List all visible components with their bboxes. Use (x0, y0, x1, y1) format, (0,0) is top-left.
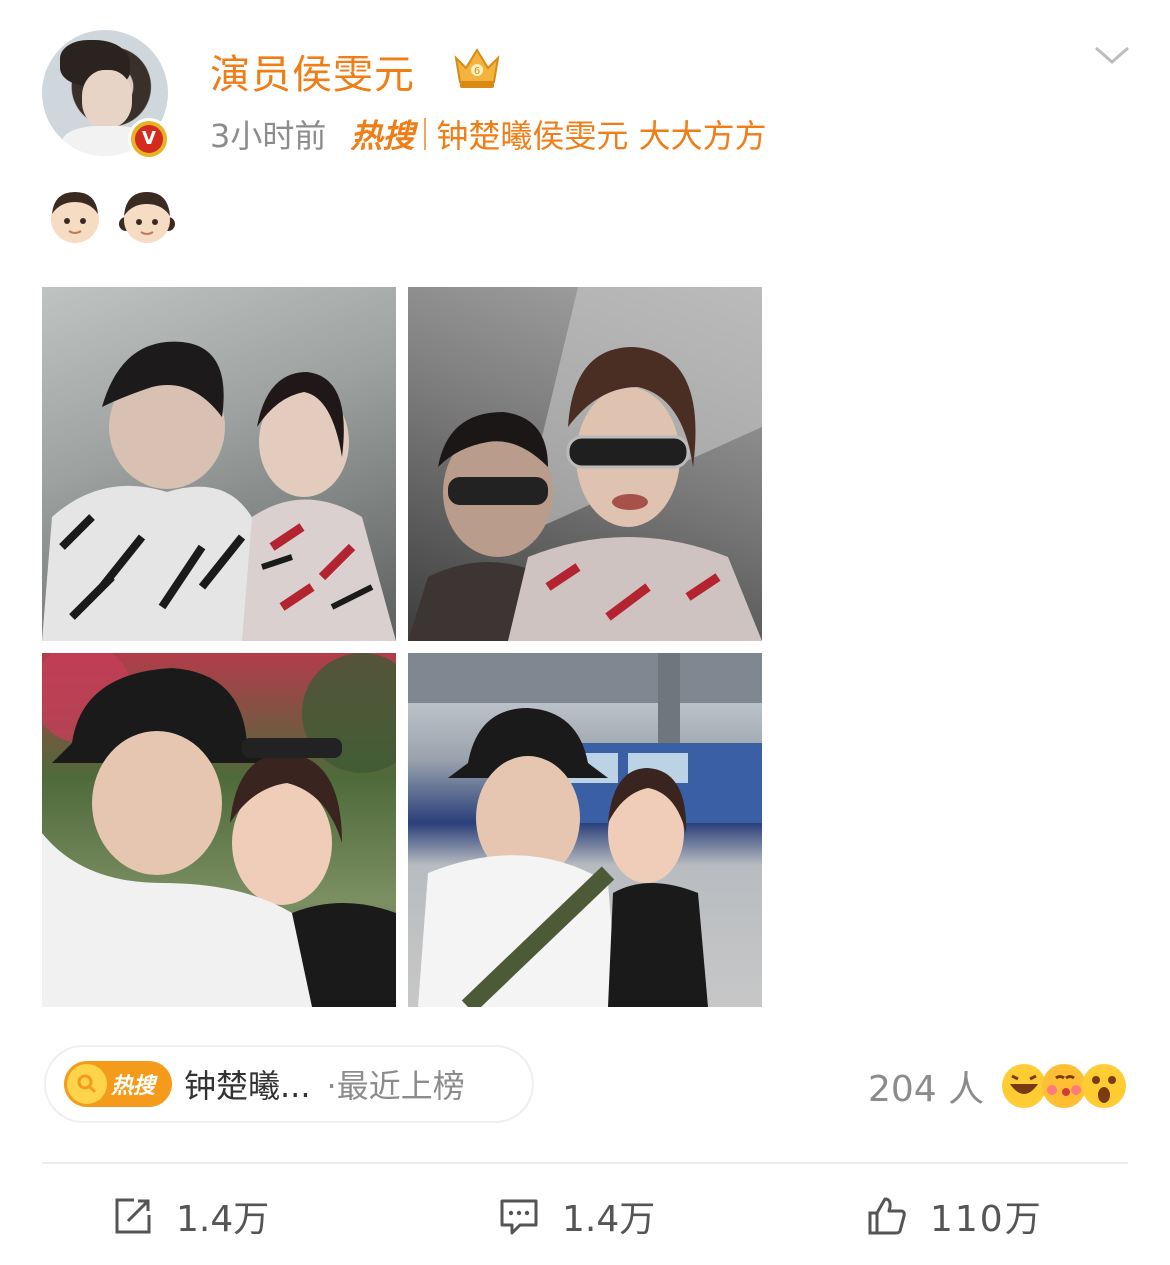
post-time: 3小时前 (210, 117, 327, 155)
like-count: 110万 (930, 1199, 1043, 1240)
share-icon (115, 1198, 151, 1234)
verified-badge-icon: V (128, 118, 170, 160)
laugh-emoji-icon (1002, 1064, 1046, 1108)
boy-emoji-icon (51, 192, 99, 243)
svg-text:6: 6 (474, 66, 480, 77)
search-icon (67, 1064, 107, 1104)
reaction-count[interactable]: 204 人 (868, 1060, 984, 1112)
thumbs-up-icon (868, 1197, 906, 1235)
photo-couple-sunglasses[interactable] (408, 287, 762, 641)
share-button[interactable]: 1.4万 (112, 1190, 269, 1242)
surprised-emoji-icon (1082, 1064, 1126, 1108)
vip-crown-icon[interactable]: 6 (450, 44, 504, 92)
hot-search-tag[interactable]: 热搜 (350, 111, 414, 157)
post-meta: 3小时前 热搜 钟楚曦侯雯元 大大方方 (210, 112, 767, 156)
share-count: 1.4万 (176, 1199, 270, 1240)
username[interactable]: 演员侯雯元 (210, 42, 415, 100)
hot-search-pill[interactable]: 热搜 钟楚曦... ·最近上榜 (44, 1045, 534, 1123)
divider (42, 1162, 1128, 1164)
avatar-face (82, 70, 132, 128)
meta-divider (424, 118, 427, 150)
hot-topic-link[interactable]: 钟楚曦侯雯元 大大方方 (436, 111, 766, 157)
chevron-down-icon[interactable] (1092, 42, 1132, 68)
hot-search-badge: 热搜 (64, 1061, 172, 1107)
comment-count: 1.4万 (562, 1199, 656, 1240)
post-text (44, 186, 178, 248)
comment-button[interactable]: 1.4万 (498, 1190, 655, 1242)
comment-icon (500, 1199, 538, 1235)
photo-couple-bucket-hat-park[interactable] (42, 653, 396, 1007)
hot-search-status: ·最近上榜 (326, 1067, 465, 1105)
kiss-emoji-icon (1042, 1064, 1086, 1108)
photo-couple-train-platform[interactable] (408, 653, 762, 1007)
like-button[interactable]: 110万 (866, 1190, 1043, 1242)
hot-search-topic: 钟楚曦... (184, 1067, 311, 1105)
reaction-emojis[interactable] (1000, 1060, 1130, 1112)
girl-emoji-icon (119, 192, 175, 243)
hot-search-label: 热搜 (111, 1074, 156, 1099)
photo-couple-patterned-shirts[interactable] (42, 287, 396, 641)
